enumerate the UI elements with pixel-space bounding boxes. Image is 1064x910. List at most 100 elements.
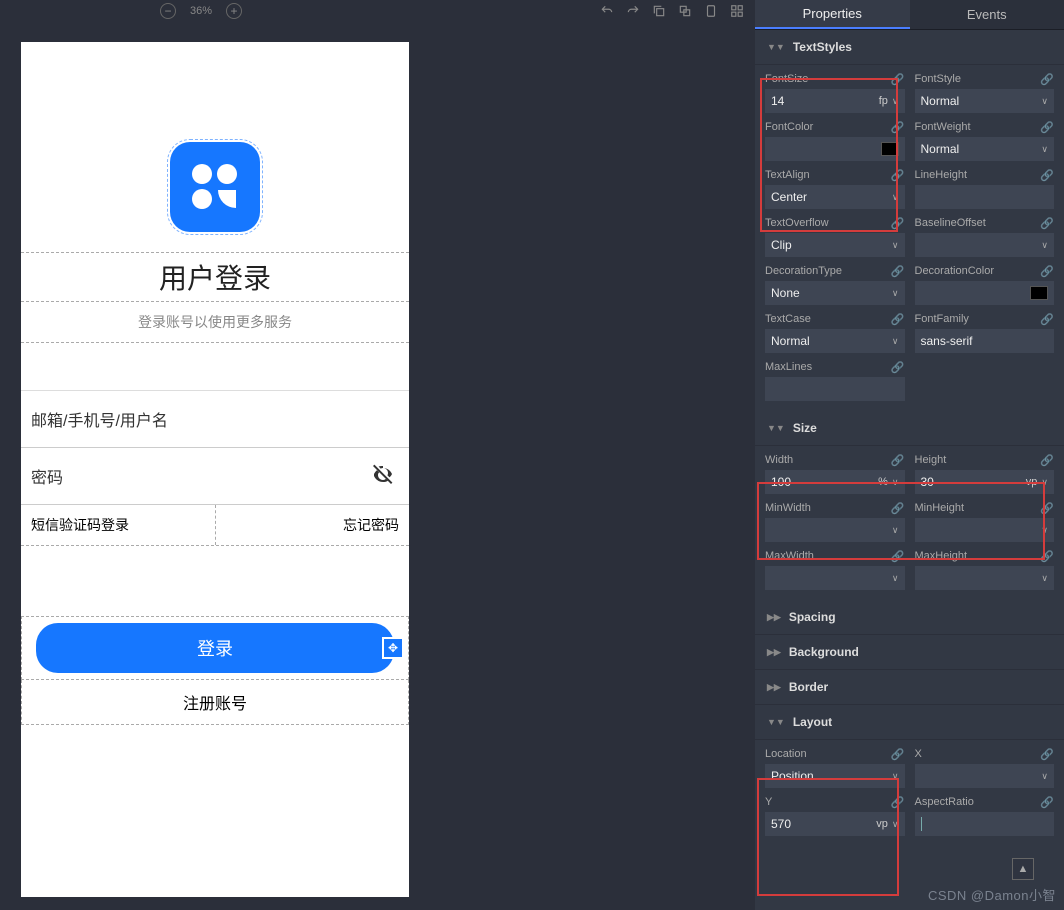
link-icon[interactable]: 🔗 — [891, 748, 905, 761]
zoom-level: 36% — [190, 5, 212, 17]
watermark: CSDN @Damon小智 — [928, 885, 1056, 904]
section-size[interactable]: ▼Size — [755, 411, 1064, 446]
link-icon[interactable]: 🔗 — [891, 502, 905, 515]
input-y[interactable]: 570vp∨ — [765, 812, 905, 836]
label-textcase: TextCase — [765, 313, 811, 325]
link-icon[interactable]: 🔗 — [891, 169, 905, 182]
grid-icon[interactable] — [730, 4, 744, 18]
input-maxwidth[interactable]: ∨ — [765, 566, 905, 590]
input-x[interactable]: ∨ — [915, 764, 1055, 788]
sms-login-link[interactable]: 短信验证码登录 — [21, 505, 215, 545]
overlap-icon[interactable] — [678, 4, 692, 18]
label-maxheight: MaxHeight — [915, 550, 968, 562]
zoom-in-button[interactable]: + — [226, 3, 242, 19]
label-maxwidth: MaxWidth — [765, 550, 814, 562]
link-icon[interactable]: 🔗 — [1040, 550, 1054, 563]
label-fontstyle: FontStyle — [915, 73, 961, 85]
undo-icon[interactable] — [600, 4, 614, 18]
link-icon[interactable]: 🔗 — [891, 454, 905, 467]
password-input[interactable]: 密码 — [21, 448, 409, 505]
section-textstyles[interactable]: ▼TextStyles — [755, 30, 1064, 65]
input-fontcolor[interactable] — [765, 137, 905, 161]
redo-icon[interactable] — [626, 4, 640, 18]
app-logo — [170, 142, 260, 232]
input-decorationcolor[interactable] — [915, 281, 1055, 305]
forgot-password-link[interactable]: 忘记密码 — [215, 505, 410, 545]
label-fontcolor: FontColor — [765, 121, 813, 133]
input-fontfamily[interactable]: sans-serif — [915, 329, 1055, 353]
section-border[interactable]: ▶Border — [755, 670, 1064, 705]
input-lineheight[interactable] — [915, 185, 1055, 209]
label-x: X — [915, 748, 922, 760]
input-decorationtype[interactable]: None∨ — [765, 281, 905, 305]
link-icon[interactable]: 🔗 — [891, 121, 905, 134]
label-textoverflow: TextOverflow — [765, 217, 829, 229]
link-icon[interactable]: 🔗 — [891, 796, 905, 809]
label-y: Y — [765, 796, 772, 808]
section-layout[interactable]: ▼Layout — [755, 705, 1064, 740]
label-maxlines: MaxLines — [765, 361, 812, 373]
label-textalign: TextAlign — [765, 169, 810, 181]
copy-icon[interactable] — [652, 4, 666, 18]
username-input[interactable]: 邮箱/手机号/用户名 — [21, 391, 409, 448]
input-baselineoffset[interactable]: ∨ — [915, 233, 1055, 257]
link-icon[interactable]: 🔗 — [1040, 502, 1054, 515]
color-swatch[interactable] — [1030, 286, 1048, 300]
label-lineheight: LineHeight — [915, 169, 968, 181]
input-width[interactable]: 100%∨ — [765, 470, 905, 494]
label-fontfamily: FontFamily — [915, 313, 969, 325]
link-icon[interactable]: 🔗 — [1040, 169, 1054, 182]
link-icon[interactable]: 🔗 — [1040, 796, 1054, 809]
link-icon[interactable]: 🔗 — [1040, 313, 1054, 326]
input-fontstyle[interactable]: Normal∨ — [915, 89, 1055, 113]
label-baselineoffset: BaselineOffset — [915, 217, 986, 229]
input-location[interactable]: Position∨ — [765, 764, 905, 788]
label-minheight: MinHeight — [915, 502, 965, 514]
label-minwidth: MinWidth — [765, 502, 811, 514]
section-spacing[interactable]: ▶Spacing — [755, 600, 1064, 635]
link-icon[interactable]: 🔗 — [1040, 73, 1054, 86]
input-fontsize[interactable]: 14fp∨ — [765, 89, 905, 113]
link-icon[interactable]: 🔗 — [1040, 454, 1054, 467]
link-icon[interactable]: 🔗 — [1040, 748, 1054, 761]
input-textoverflow[interactable]: Clip∨ — [765, 233, 905, 257]
label-fontweight: FontWeight — [915, 121, 971, 133]
label-location: Location — [765, 748, 807, 760]
label-fontsize: FontSize — [765, 73, 808, 85]
input-maxheight[interactable]: ∨ — [915, 566, 1055, 590]
link-icon[interactable]: 🔗 — [891, 361, 905, 374]
color-swatch[interactable] — [881, 142, 899, 156]
link-icon[interactable]: 🔗 — [891, 265, 905, 278]
link-icon[interactable]: 🔗 — [891, 550, 905, 563]
link-icon[interactable]: 🔗 — [1040, 265, 1054, 278]
label-decorationcolor: DecorationColor — [915, 265, 994, 277]
input-height[interactable]: 30vp∨ — [915, 470, 1055, 494]
device-icon[interactable] — [704, 4, 718, 18]
link-icon[interactable]: 🔗 — [891, 217, 905, 230]
properties-panel: Properties Events ▼TextStyles FontSize🔗 … — [755, 0, 1064, 910]
link-icon[interactable]: 🔗 — [1040, 217, 1054, 230]
input-aspectratio[interactable] — [915, 812, 1055, 836]
visibility-off-icon[interactable] — [371, 462, 395, 486]
link-icon[interactable]: 🔗 — [891, 313, 905, 326]
section-background[interactable]: ▶Background — [755, 635, 1064, 670]
link-icon[interactable]: 🔗 — [1040, 121, 1054, 134]
label-decorationtype: DecorationType — [765, 265, 842, 277]
move-handle-icon[interactable]: ✥ — [382, 637, 404, 659]
label-height: Height — [915, 454, 947, 466]
link-icon[interactable]: 🔗 — [891, 73, 905, 86]
input-textcase[interactable]: Normal∨ — [765, 329, 905, 353]
register-link[interactable]: 注册账号 — [21, 680, 409, 725]
input-textalign[interactable]: Center∨ — [765, 185, 905, 209]
login-button[interactable]: 登录 ✥ — [36, 623, 394, 673]
label-aspectratio: AspectRatio — [915, 796, 974, 808]
input-fontweight[interactable]: Normal∨ — [915, 137, 1055, 161]
canvas[interactable]: 用户登录 登录账号以使用更多服务 邮箱/手机号/用户名 密码 短信验证码登录 忘… — [0, 22, 755, 910]
scroll-top-button[interactable]: ▲ — [1012, 858, 1034, 880]
input-maxlines[interactable] — [765, 377, 905, 401]
input-minheight[interactable]: ∨ — [915, 518, 1055, 542]
zoom-out-button[interactable]: − — [160, 3, 176, 19]
tab-events[interactable]: Events — [910, 0, 1064, 29]
tab-properties[interactable]: Properties — [755, 0, 910, 29]
input-minwidth[interactable]: ∨ — [765, 518, 905, 542]
